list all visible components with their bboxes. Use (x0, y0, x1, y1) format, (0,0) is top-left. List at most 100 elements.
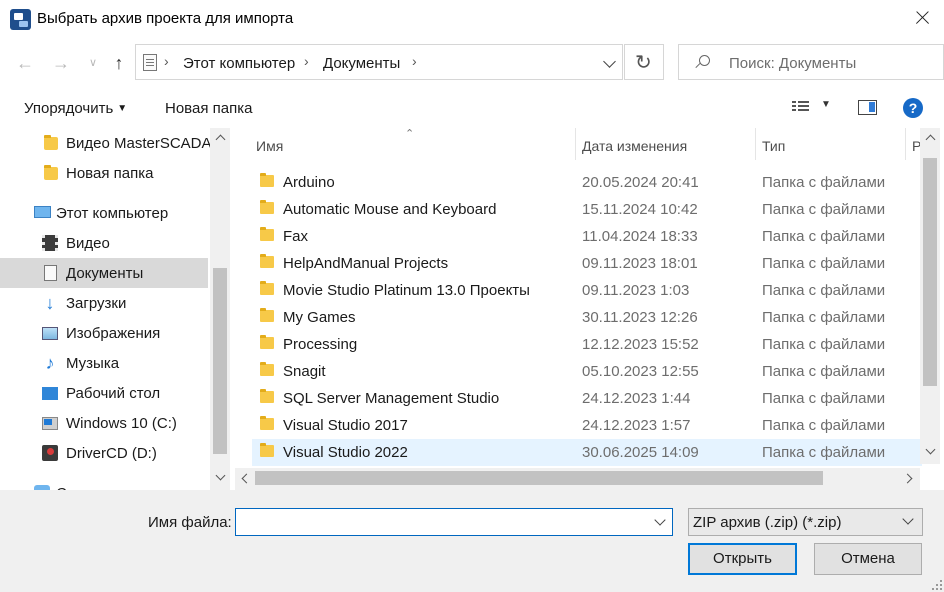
scroll-down-icon[interactable] (214, 472, 226, 484)
folder-icon (260, 335, 274, 349)
scroll-left-icon[interactable] (239, 473, 251, 485)
column-divider[interactable] (575, 128, 576, 160)
sidebar-scroll-thumb[interactable] (213, 268, 227, 454)
search-box[interactable]: Поиск: Документы (678, 44, 944, 80)
folder-icon (260, 443, 274, 457)
file-row[interactable]: Snagit 05.10.2023 12:55 Папка с файлами (252, 358, 922, 385)
folder-icon (260, 173, 274, 187)
column-header-date[interactable]: Дата изменения (582, 138, 687, 154)
file-date: 09.11.2023 18:01 (582, 255, 698, 272)
scroll-right-icon[interactable] (904, 473, 916, 485)
sidebar-item-cd-drive[interactable]: DriverCD (D:) (0, 438, 208, 468)
file-date: 30.06.2025 14:09 (582, 444, 699, 461)
forward-arrow-icon[interactable]: → (50, 52, 72, 74)
sidebar-item-label: Музыка (66, 355, 120, 372)
sidebar-item-pictures[interactable]: Изображения (0, 318, 208, 348)
close-button[interactable] (908, 4, 936, 32)
sidebar-item-network[interactable]: С (0, 478, 208, 490)
organize-label: Упорядочить (24, 100, 114, 117)
video-icon (42, 235, 58, 251)
column-header-name[interactable]: Имя (256, 138, 283, 154)
sidebar-item-label: Новая папка (66, 165, 154, 182)
filename-label: Имя файла: (148, 514, 232, 531)
file-date: 09.11.2023 1:03 (582, 282, 690, 299)
breadcrumb-separator-icon[interactable]: › (412, 53, 417, 69)
documents-icon (44, 265, 57, 281)
column-divider[interactable] (755, 128, 756, 160)
sidebar-item-label: Рабочий стол (66, 385, 161, 402)
view-options-icon[interactable] (792, 100, 810, 114)
file-row[interactable]: Visual Studio 2017 24.12.2023 1:57 Папка… (252, 412, 922, 439)
column-header-type[interactable]: Тип (762, 138, 785, 154)
refresh-button[interactable] (624, 44, 664, 80)
folder-icon (260, 281, 274, 295)
sidebar-item-new-folder[interactable]: Новая папка (0, 158, 208, 188)
sidebar-item-windows-drive[interactable]: Windows 10 (C:) (0, 408, 208, 438)
scroll-up-icon[interactable] (924, 131, 936, 143)
file-type: Папка с файлами (762, 444, 886, 461)
filename-input[interactable] (235, 508, 673, 536)
downloads-icon: ↓ (45, 293, 55, 313)
back-arrow-icon[interactable]: ← (14, 52, 36, 74)
file-row[interactable]: Arduino 20.05.2024 20:41 Папка с файлами (252, 169, 922, 196)
file-list-vertical-scrollbar[interactable] (920, 128, 940, 464)
file-row[interactable]: SQL Server Management Studio 24.12.2023 … (252, 385, 922, 412)
file-row[interactable]: My Games 30.11.2023 12:26 Папка с файлам… (252, 304, 922, 331)
folder-icon (260, 227, 274, 241)
folder-icon (260, 254, 274, 268)
sidebar-item-label: Видео (66, 235, 110, 252)
sidebar-item-desktop[interactable]: Рабочий стол (0, 378, 208, 408)
chevron-down-icon (902, 513, 914, 525)
up-arrow-icon[interactable]: ↑ (108, 52, 130, 74)
open-button[interactable]: Открыть (688, 543, 797, 575)
search-icon (699, 55, 710, 66)
sidebar-item-masterscada-video[interactable]: Видео MasterSCADA (0, 128, 212, 158)
file-name: Visual Studio 2017 (283, 417, 408, 434)
help-icon[interactable]: ? (903, 98, 923, 118)
file-name: Arduino (283, 174, 335, 191)
file-type-filter-select[interactable]: ZIP архив (.zip) (*.zip) (688, 508, 923, 536)
scroll-up-icon[interactable] (214, 131, 226, 143)
sidebar-item-label: Видео MasterSCADA (66, 135, 212, 152)
address-bar[interactable]: › Этот компьютер › Документы › (135, 44, 623, 80)
sidebar-item-music[interactable]: ♪ Музыка (0, 348, 208, 378)
file-row[interactable]: Automatic Mouse and Keyboard 15.11.2024 … (252, 196, 922, 223)
address-history-dropdown-icon[interactable] (600, 47, 622, 77)
file-type: Папка с файлами (762, 174, 886, 191)
recent-locations-chevron-icon[interactable]: ∨ (82, 52, 104, 74)
file-row[interactable]: Movie Studio Platinum 13.0 Проекты 09.11… (252, 277, 922, 304)
breadcrumb-separator-icon[interactable]: › (164, 53, 169, 69)
sidebar-item-label: Windows 10 (C:) (66, 415, 177, 432)
file-type: Папка с файлами (762, 390, 886, 407)
scroll-down-icon[interactable] (924, 446, 936, 458)
search-placeholder: Поиск: Документы (729, 55, 857, 72)
sidebar-scrollbar[interactable] (210, 128, 230, 490)
file-row-hovered[interactable]: Visual Studio 2022 30.06.2025 14:09 Папк… (252, 439, 922, 466)
file-name: Movie Studio Platinum 13.0 Проекты (283, 282, 530, 299)
music-icon: ♪ (45, 353, 55, 373)
file-row[interactable]: Processing 12.12.2023 15:52 Папка с файл… (252, 331, 922, 358)
file-row[interactable]: Fax 11.04.2024 18:33 Папка с файлами (252, 223, 922, 250)
column-divider[interactable] (905, 128, 906, 160)
file-row[interactable]: HelpAndManual Projects 09.11.2023 18:01 … (252, 250, 922, 277)
sidebar-item-this-pc[interactable]: Этот компьютер (0, 198, 208, 228)
breadcrumb-this-pc[interactable]: Этот компьютер (183, 55, 295, 72)
resize-grip-icon[interactable] (932, 580, 942, 590)
breadcrumb-separator-icon[interactable]: › (304, 53, 309, 69)
horizontal-scroll-thumb[interactable] (255, 471, 823, 485)
sidebar-item-documents[interactable]: Документы (0, 258, 208, 288)
vertical-scroll-thumb[interactable] (923, 158, 937, 386)
file-list-horizontal-scrollbar[interactable] (235, 468, 920, 490)
sidebar-item-video[interactable]: Видео (0, 228, 208, 258)
breadcrumb-documents[interactable]: Документы (323, 55, 400, 72)
new-folder-button[interactable]: Новая папка (165, 100, 252, 117)
cancel-button[interactable]: Отмена (814, 543, 922, 575)
file-date: 30.11.2023 12:26 (582, 309, 698, 326)
preview-pane-icon[interactable] (858, 100, 877, 115)
file-date: 24.12.2023 1:57 (582, 417, 691, 434)
sidebar-item-downloads[interactable]: ↓ Загрузки (0, 288, 208, 318)
file-date: 12.12.2023 15:52 (582, 336, 699, 353)
windows-logo-icon (44, 419, 52, 425)
organize-button[interactable]: Упорядочить ▼ (24, 100, 127, 117)
view-options-caret-icon[interactable]: ▼ (821, 99, 831, 110)
